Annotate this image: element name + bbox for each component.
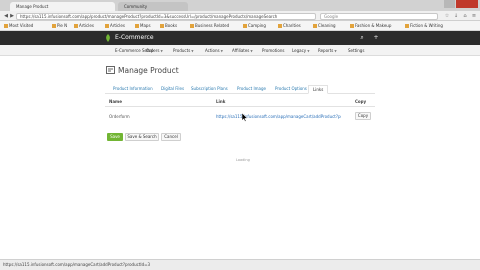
save-and-search-button[interactable]: Save & Search bbox=[125, 133, 159, 141]
tab-digital-files[interactable]: Digital Files bbox=[161, 86, 184, 91]
bookmark-item[interactable]: Camping bbox=[243, 23, 266, 28]
divider bbox=[105, 106, 375, 107]
product-icon bbox=[106, 66, 115, 74]
tab-product-information[interactable]: Product Information bbox=[113, 86, 153, 91]
download-icon[interactable]: ↓ bbox=[453, 13, 459, 19]
search-icon[interactable]: ⌕ bbox=[358, 34, 366, 42]
folder-icon bbox=[105, 23, 109, 28]
cancel-button[interactable]: Cancel bbox=[161, 133, 181, 141]
bookmark-item[interactable]: Business Related bbox=[190, 23, 229, 28]
browser-tab-community[interactable]: Community bbox=[118, 2, 188, 11]
bookmark-item[interactable]: Books bbox=[160, 23, 177, 28]
bookmark-item[interactable]: Charities bbox=[278, 23, 301, 28]
folder-icon bbox=[350, 23, 354, 28]
add-icon[interactable]: + bbox=[372, 34, 380, 42]
menu-actions[interactable]: Actions▼ bbox=[205, 48, 223, 53]
bookmark-item[interactable]: Maps bbox=[135, 23, 151, 28]
chevron-down-icon: ▼ bbox=[160, 49, 163, 53]
folder-icon bbox=[52, 23, 56, 28]
menu-promotions[interactable]: Promotions bbox=[262, 48, 284, 53]
bookmark-item[interactable]: Fashion & Makeup bbox=[350, 23, 391, 28]
infusionsoft-logo-icon[interactable] bbox=[105, 34, 111, 42]
page-footer-text: Loading bbox=[236, 158, 250, 162]
folder-icon bbox=[160, 23, 164, 28]
tab-product-options[interactable]: Product Options bbox=[275, 86, 307, 91]
bookmark-item[interactable]: Articles bbox=[105, 23, 125, 28]
bookmarks-bar: Most Visited Pie N Articles Articles Map… bbox=[0, 21, 480, 31]
chevron-down-icon: ▼ bbox=[334, 49, 337, 53]
bookmark-item[interactable]: Pie N bbox=[52, 23, 67, 28]
menu-settings[interactable]: Settings bbox=[348, 48, 364, 53]
status-bar: https://sa115.infusionsoft.com/app/manag… bbox=[0, 259, 480, 270]
app-header: E-Commerce ⌕ + bbox=[0, 31, 480, 45]
column-header-copy: Copy bbox=[355, 99, 367, 104]
folder-icon bbox=[4, 23, 8, 28]
save-button[interactable]: Save bbox=[107, 133, 123, 141]
bookmark-item[interactable]: Fiction & Writing bbox=[405, 23, 443, 28]
app-menu-bar: E-Commerce Setup Orders▼ Products▼ Actio… bbox=[0, 45, 480, 56]
folder-icon bbox=[135, 23, 139, 28]
chevron-down-icon: ▼ bbox=[307, 49, 310, 53]
menu-affiliates[interactable]: Affiliates▼ bbox=[232, 48, 253, 53]
bookmark-item[interactable]: Cleaning bbox=[313, 23, 336, 28]
chevron-down-icon: ▼ bbox=[191, 49, 194, 53]
star-icon[interactable]: ☆ bbox=[444, 13, 450, 19]
product-tabs: Product Information Digital Files Subscr… bbox=[105, 84, 375, 94]
folder-icon bbox=[278, 23, 282, 28]
status-url: https://sa115.infusionsoft.com/app/manag… bbox=[3, 262, 151, 267]
minimize-button[interactable] bbox=[444, 0, 455, 8]
column-header-link: Link bbox=[216, 99, 226, 104]
page-title: Manage Product bbox=[118, 66, 179, 75]
row-name: Orderform bbox=[109, 114, 130, 119]
address-toolbar: ◀ ▶ https://sa115.infusionsoft.com/app/p… bbox=[0, 11, 480, 21]
tab-links[interactable]: Links bbox=[308, 85, 329, 94]
chevron-down-icon: ▼ bbox=[250, 49, 253, 53]
menu-legacy[interactable]: Legacy▼ bbox=[292, 48, 310, 53]
bookmark-item[interactable]: Articles bbox=[74, 23, 94, 28]
folder-icon bbox=[405, 23, 409, 28]
folder-icon bbox=[243, 23, 247, 28]
order-link[interactable]: https://sa115.infusionsoft.com/app/manag… bbox=[216, 114, 341, 119]
browser-tab-bar: Manage Product Community bbox=[0, 0, 480, 11]
column-header-name: Name bbox=[109, 99, 122, 104]
folder-icon bbox=[313, 23, 317, 28]
copy-button[interactable]: Copy bbox=[355, 112, 371, 120]
chevron-down-icon: ▼ bbox=[220, 49, 223, 53]
menu-products[interactable]: Products▼ bbox=[173, 48, 194, 53]
tab-product-image[interactable]: Product Image bbox=[237, 86, 266, 91]
browser-tab-manage-product[interactable]: Manage Product bbox=[10, 2, 115, 11]
home-icon[interactable]: ⌂ bbox=[462, 13, 468, 19]
mouse-pointer-icon bbox=[242, 113, 248, 122]
folder-icon bbox=[74, 23, 78, 28]
folder-icon bbox=[190, 23, 194, 28]
app-title: E-Commerce bbox=[115, 34, 154, 41]
menu-orders[interactable]: Orders▼ bbox=[146, 48, 163, 53]
menu-reports[interactable]: Reports▼ bbox=[318, 48, 337, 53]
forward-icon[interactable]: ▶ bbox=[9, 13, 15, 19]
url-field[interactable]: https://sa115.infusionsoft.com/app/produ… bbox=[16, 12, 316, 20]
tab-subscription-plans[interactable]: Subscription Plans bbox=[191, 86, 228, 91]
close-window-button[interactable] bbox=[456, 0, 478, 8]
bookmark-item[interactable]: Most Visited bbox=[4, 23, 33, 28]
menu-icon[interactable]: ≡ bbox=[471, 13, 477, 19]
search-input[interactable]: Google bbox=[320, 12, 438, 20]
